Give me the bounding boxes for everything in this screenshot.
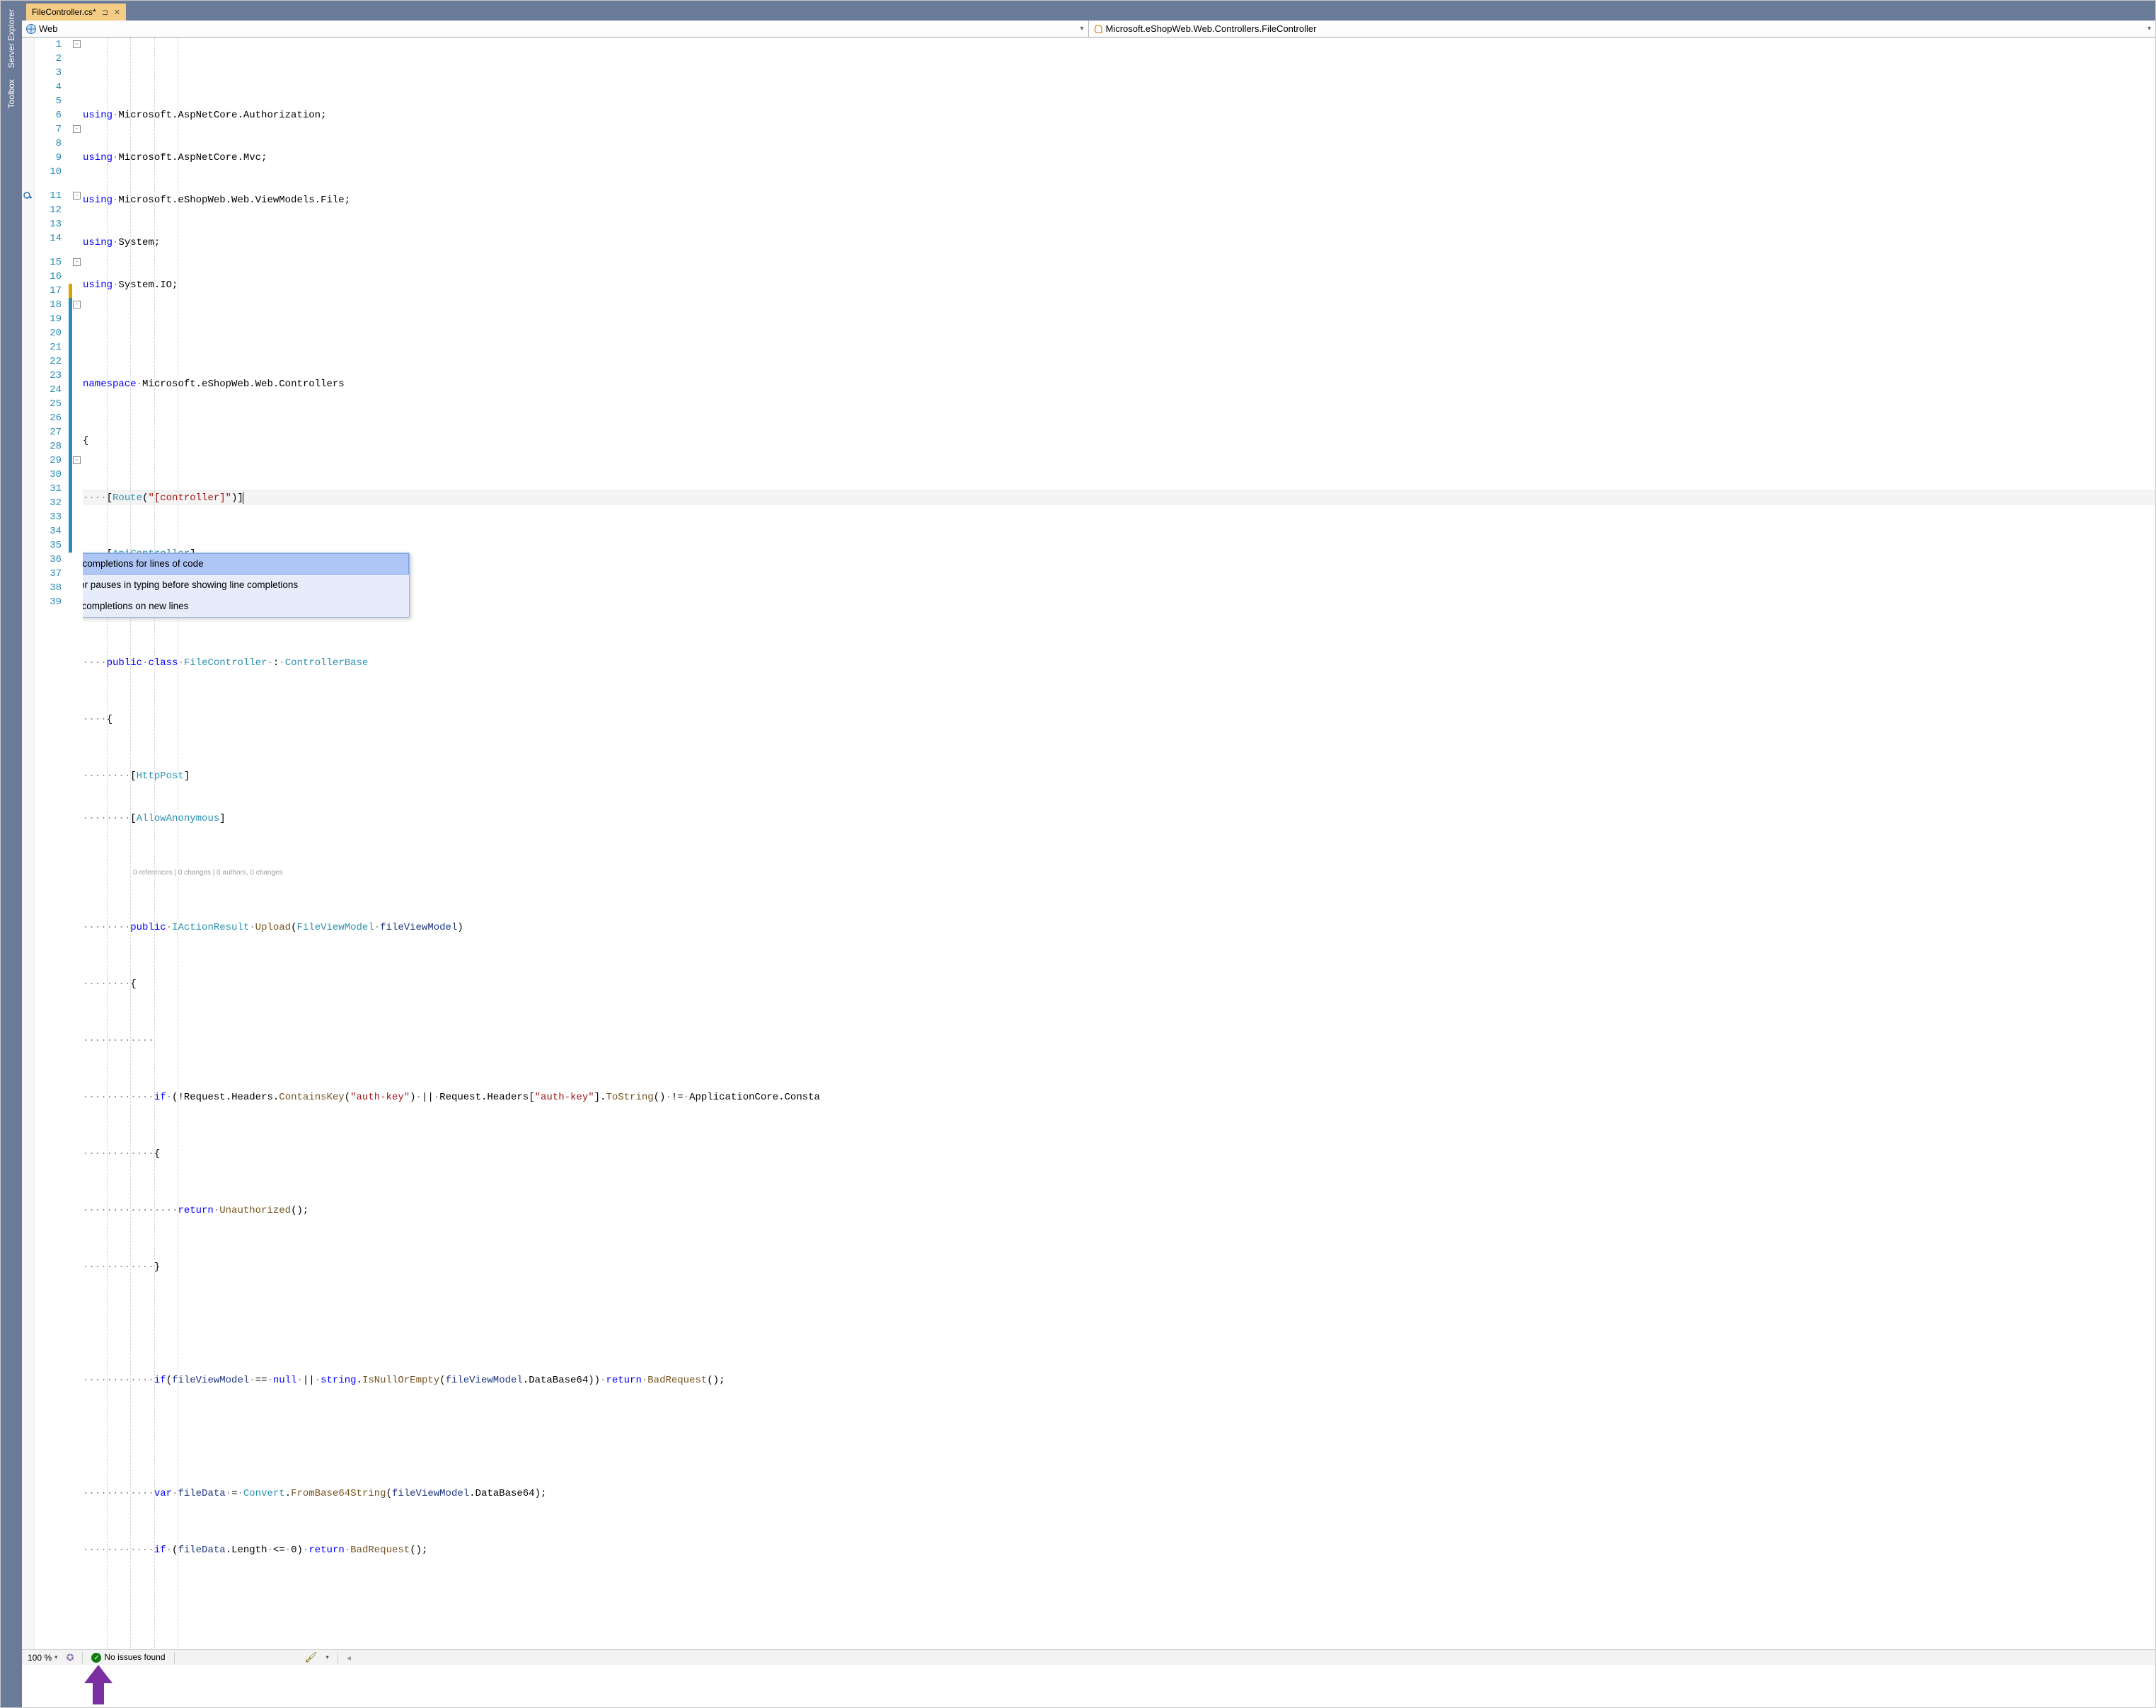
tool-window-tabs: Server Explorer Toolbox <box>1 1 22 1707</box>
zoom-level-value: 100 % <box>28 1653 52 1663</box>
outline-toggle[interactable]: - <box>73 40 81 48</box>
intellicode-completion-settings-popup: ✓Show completions for lines of code Wait … <box>83 553 410 618</box>
completion-option[interactable]: Wait for pauses in typing before showing… <box>83 575 409 596</box>
line-number: 12 <box>50 203 62 217</box>
check-icon: ✓ <box>91 1653 101 1663</box>
nav-member-label: Microsoft.eShopWeb.Web.Controllers.FileC… <box>1106 23 1317 34</box>
line-number: 20 <box>50 326 62 340</box>
line-number: 13 <box>50 217 62 231</box>
issues-label: No issues found <box>104 1652 165 1662</box>
line-number: 28 <box>50 439 62 454</box>
nav-scope-label: Web <box>39 23 58 34</box>
line-number: 34 <box>50 524 62 538</box>
line-number: 17 <box>50 284 62 298</box>
line-number: 30 <box>50 468 62 482</box>
globe-icon <box>26 24 36 34</box>
class-icon <box>1093 24 1103 34</box>
completion-option[interactable]: ✓Show completions on new lines <box>83 596 409 617</box>
completion-option[interactable]: ✓Show completions for lines of code <box>83 553 409 575</box>
server-explorer-tab[interactable]: Server Explorer <box>5 6 18 71</box>
completion-option-label: Wait for pauses in typing before showing… <box>83 578 298 592</box>
document-tab-well: FileController.cs* ⊐ ✕ <box>22 1 2155 21</box>
pin-tab-icon[interactable]: ⊐ <box>102 8 108 17</box>
navigation-bar: Web ▾ Microsoft.eShopWeb.Web.Controllers… <box>22 21 2155 37</box>
separator <box>174 1652 175 1663</box>
line-number: 6 <box>56 108 62 122</box>
line-number: 8 <box>56 137 62 151</box>
line-number: 10 <box>50 165 62 179</box>
line-number: 23 <box>50 369 62 383</box>
line-number: 1 <box>56 37 62 52</box>
outline-toggle[interactable]: - <box>73 192 81 200</box>
line-number: 26 <box>50 411 62 425</box>
separator <box>82 1652 83 1663</box>
code-surface[interactable]: using·Microsoft.AspNetCore.Authorization… <box>83 37 2155 1649</box>
line-number: 37 <box>50 567 62 581</box>
line-number: 5 <box>56 94 62 108</box>
callout-arrow-icon <box>87 1665 110 1704</box>
line-number: 32 <box>50 496 62 510</box>
outline-toggle[interactable]: - <box>73 456 81 464</box>
line-number: 15 <box>50 255 62 270</box>
code-cleanup-icon[interactable]: 🖌 <box>305 1651 318 1663</box>
line-number: 25 <box>50 397 62 411</box>
completion-option-label: Show completions on new lines <box>83 599 188 613</box>
line-number: 16 <box>50 270 62 284</box>
line-number: 21 <box>50 340 62 354</box>
code-suggestion-marker-icon[interactable] <box>23 190 33 200</box>
indicator-margin <box>22 37 35 1649</box>
intellicode-icon[interactable]: ✪ <box>67 1652 74 1663</box>
line-number: 7 <box>56 122 62 137</box>
zoom-level-dropdown[interactable]: 100 % ▾ <box>28 1653 58 1663</box>
chevron-down-icon: ▾ <box>54 1654 58 1661</box>
line-number: 38 <box>50 581 62 595</box>
line-number: 22 <box>50 354 62 369</box>
line-number: 18 <box>50 298 62 312</box>
line-number: 39 <box>50 595 62 609</box>
line-number: 33 <box>50 510 62 524</box>
document-tab-filecontroller[interactable]: FileController.cs* ⊐ ✕ <box>26 4 126 21</box>
line-number: 4 <box>56 80 62 94</box>
change-indicator <box>69 298 72 553</box>
toolbox-tab[interactable]: Toolbox <box>5 76 18 111</box>
error-status[interactable]: ✓No issues found <box>91 1652 165 1663</box>
annotation-area <box>22 1665 2155 1707</box>
codelens-method[interactable]: ········0 references | 0 changes | 0 aut… <box>83 868 2155 878</box>
change-indicator <box>69 284 72 298</box>
line-number: 27 <box>50 425 62 439</box>
outline-margin: - - - - - - <box>73 37 83 1649</box>
line-number: 2 <box>56 52 62 66</box>
line-number: 24 <box>50 383 62 397</box>
outline-toggle[interactable]: - <box>73 125 81 133</box>
completion-option-label: Show completions for lines of code <box>83 557 204 571</box>
nav-scope-dropdown[interactable]: Web ▾ <box>22 21 1089 37</box>
line-number: 3 <box>56 66 62 80</box>
line-number: 36 <box>50 553 62 567</box>
document-tab-title: FileController.cs* <box>32 7 96 17</box>
outline-toggle[interactable]: - <box>73 258 81 266</box>
nav-member-dropdown[interactable]: Microsoft.eShopWeb.Web.Controllers.FileC… <box>1089 21 2156 37</box>
chevron-down-icon: ▾ <box>1080 25 1083 33</box>
chevron-down-icon: ▾ <box>2148 25 2151 33</box>
line-number: 14 <box>50 231 62 246</box>
line-number: 9 <box>56 151 62 165</box>
line-number: 19 <box>50 312 62 326</box>
outline-toggle[interactable]: - <box>73 301 81 308</box>
close-tab-icon[interactable]: ✕ <box>114 8 120 17</box>
line-number-gutter: 1234567891011121314151617181920212223242… <box>35 37 69 609</box>
editor-status-bar: 100 % ▾ ✪ ✓No issues found 🖌 ▾ ◂ <box>22 1649 2155 1665</box>
chevron-down-icon[interactable]: ▾ <box>325 1654 329 1661</box>
horizontal-scroll-left-icon[interactable]: ◂ <box>347 1653 351 1663</box>
code-editor[interactable]: 1234567891011121314151617181920212223242… <box>22 37 2155 1649</box>
line-number: 35 <box>50 538 62 553</box>
line-number: 29 <box>50 454 62 468</box>
line-number: 31 <box>50 482 62 496</box>
line-number: 11 <box>50 189 62 203</box>
